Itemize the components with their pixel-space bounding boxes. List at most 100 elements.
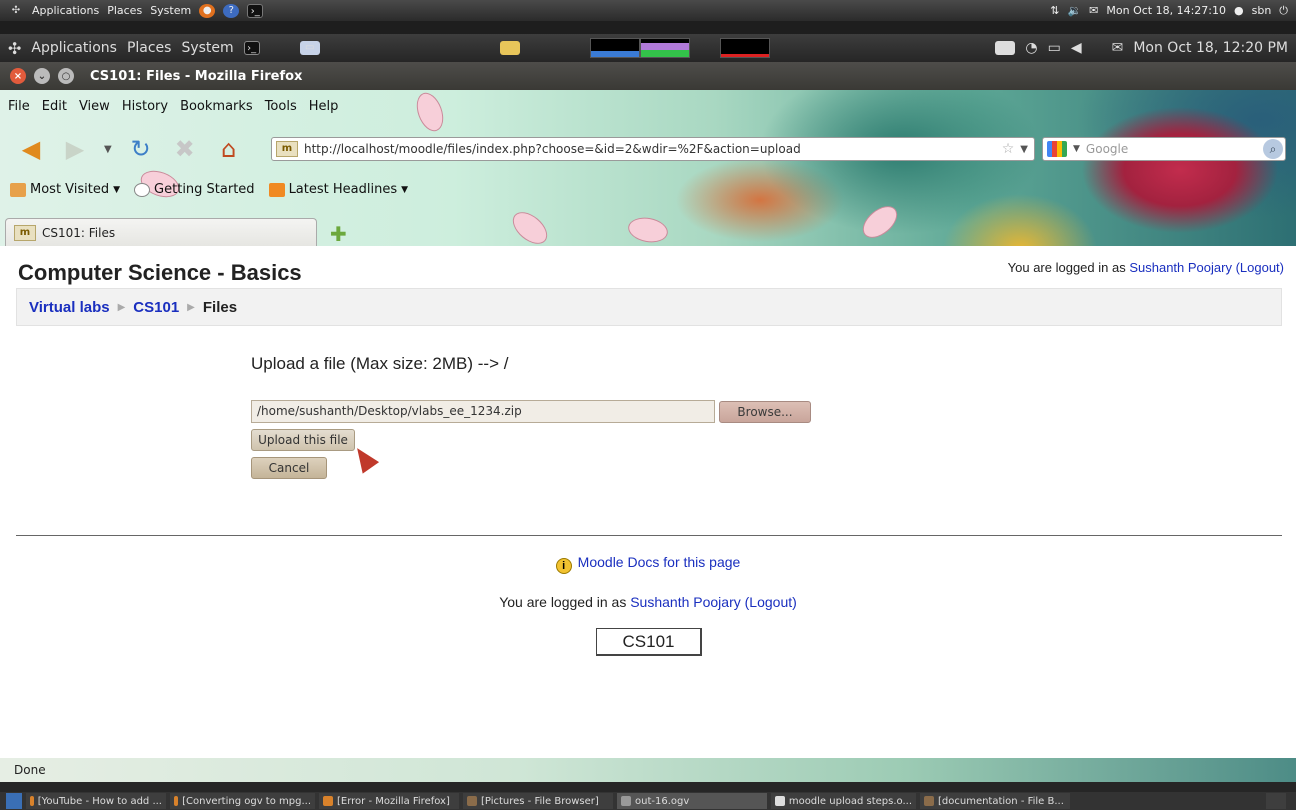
site-favicon-icon[interactable]: m <box>276 141 298 157</box>
power-icon[interactable]: ⏻ <box>1279 4 1288 18</box>
memory-monitor-applet[interactable] <box>639 38 690 58</box>
maximize-window-icon[interactable]: ○ <box>58 68 74 84</box>
taskbar-item-error-firefox[interactable]: [Error - Mozilla Firefox] <box>319 793 459 809</box>
taskbar-item-out16[interactable]: out-16.ogv <box>617 793 767 809</box>
search-icon[interactable]: ⌕ <box>1263 139 1283 159</box>
net-monitor-applet[interactable] <box>719 38 770 58</box>
bookmark-label: Getting Started <box>154 182 255 197</box>
window-title: CS101: Files - Mozilla Firefox <box>90 68 303 84</box>
taskbar-item-converting[interactable]: [Converting ogv to mpg... <box>170 793 315 809</box>
minimize-window-icon[interactable]: ⌄ <box>34 68 50 84</box>
terminal-icon[interactable]: ›_ <box>243 41 260 55</box>
search-placeholder[interactable]: Google <box>1086 142 1257 156</box>
trash-icon[interactable] <box>1266 793 1286 809</box>
notes-icon[interactable] <box>499 41 520 55</box>
new-tab-plus-icon[interactable]: ✚ <box>330 222 347 246</box>
outer-top-panel: ✣ Applications Places System ● ? ›_ ⇅ 🔉 … <box>0 0 1296 21</box>
menu-view[interactable]: View <box>79 98 110 115</box>
tab-cs101-files[interactable]: m CS101: Files <box>5 218 317 246</box>
panel-menu-places[interactable]: Places <box>107 4 142 17</box>
status-bar: Done <box>0 758 1296 782</box>
volume-icon[interactable]: ◀ <box>1071 40 1082 56</box>
terminal-launcher-icon[interactable]: ›_ <box>247 3 264 18</box>
mail-icon[interactable]: ✉ <box>1112 40 1124 56</box>
tab-favicon-icon: m <box>14 224 36 241</box>
close-window-icon[interactable]: × <box>10 68 26 84</box>
folder-icon <box>10 182 26 197</box>
reload-icon[interactable]: ↻ <box>126 134 156 164</box>
mail-icon[interactable]: ✉ <box>1089 4 1098 17</box>
menu-tools[interactable]: Tools <box>265 98 297 115</box>
outer-clock[interactable]: Mon Oct 18, 14:27:10 <box>1106 4 1226 17</box>
breadcrumb-virtual-labs[interactable]: Virtual labs <box>29 299 110 316</box>
panel-menu-applications[interactable]: Applications <box>32 4 99 17</box>
wifi-icon[interactable]: ◔ <box>1025 40 1037 56</box>
google-engine-icon[interactable] <box>1047 141 1067 157</box>
stop-icon[interactable]: ✖ <box>170 134 200 164</box>
monitor-icon[interactable]: ▭ <box>299 41 320 55</box>
folder-icon <box>924 796 934 806</box>
bookmark-getting-started[interactable]: Getting Started <box>134 182 255 197</box>
menu-history[interactable]: History <box>122 98 168 115</box>
menu-edit[interactable]: Edit <box>42 98 67 115</box>
inner-menu-system[interactable]: System <box>181 40 233 56</box>
history-dropdown-icon[interactable]: ▼ <box>104 144 112 155</box>
inner-clock[interactable]: Mon Oct 18, 12:20 PM <box>1133 40 1288 56</box>
taskbar-item-youtube[interactable]: [YouTube - How to add ... <box>26 793 166 809</box>
window-titlebar[interactable]: × ⌄ ○ CS101: Files - Mozilla Firefox <box>0 62 1296 90</box>
network-icon[interactable]: ⇅ <box>1050 4 1059 17</box>
footer-divider <box>16 535 1282 536</box>
panel-gap <box>0 21 1296 34</box>
user-profile-link[interactable]: Sushanth Poojary <box>630 594 741 610</box>
video-icon <box>621 796 631 806</box>
url-text[interactable]: http://localhost/moodle/files/index.php?… <box>304 142 996 156</box>
search-bar[interactable]: ▼ Google ⌕ <box>1042 137 1286 161</box>
bookmark-star-icon[interactable]: ☆ <box>1002 141 1015 157</box>
upload-file-button[interactable]: Upload this file <box>251 429 355 451</box>
menu-bookmarks[interactable]: Bookmarks <box>180 98 253 115</box>
login-prefix: You are logged in as <box>1007 260 1130 275</box>
file-path-input[interactable]: /home/sushanth/Desktop/vlabs_ee_1234.zip <box>251 400 715 423</box>
task-label: [Pictures - File Browser] <box>481 795 599 807</box>
bottom-taskbar: [YouTube - How to add ... [Converting og… <box>0 782 1296 810</box>
user-name[interactable]: sbn <box>1252 4 1272 17</box>
bookmark-label: Most Visited <box>30 182 110 197</box>
url-dropdown-icon[interactable]: ▼ <box>1020 144 1034 155</box>
task-label: [Error - Mozilla Firefox] <box>337 795 450 807</box>
firefox-launcher-icon[interactable]: ● <box>199 3 216 18</box>
cpu-monitor-applet[interactable] <box>589 38 640 58</box>
task-label: [Converting ogv to mpg... <box>182 795 311 807</box>
volume-icon[interactable]: 🔉 <box>1067 4 1081 17</box>
browse-button[interactable]: Browse... <box>719 401 811 423</box>
window-icon[interactable] <box>995 41 1016 55</box>
user-profile-link[interactable]: Sushanth Poojary <box>1129 260 1232 275</box>
panel-menu-system[interactable]: System <box>150 4 191 17</box>
back-arrow-icon[interactable]: ◀ <box>16 134 46 164</box>
taskbar-item-documentation[interactable]: [documentation - File B... <box>920 793 1070 809</box>
home-icon[interactable]: ⌂ <box>214 134 244 164</box>
battery-icon[interactable]: ▭ <box>1048 40 1061 56</box>
breadcrumb-cs101[interactable]: CS101 <box>133 299 179 316</box>
moodle-docs-row: i Moodle Docs for this page <box>0 554 1296 574</box>
taskbar-item-pictures[interactable]: [Pictures - File Browser] <box>463 793 613 809</box>
cancel-button[interactable]: Cancel <box>251 457 327 479</box>
logout-link[interactable]: (Logout) <box>1236 260 1284 275</box>
gnome-foot-icon[interactable]: ✣ <box>8 39 21 58</box>
menu-file[interactable]: File <box>8 98 30 115</box>
inner-menu-places[interactable]: Places <box>127 40 172 56</box>
show-desktop-button[interactable] <box>6 793 22 809</box>
menu-help[interactable]: Help <box>309 98 339 115</box>
moodle-docs-link[interactable]: Moodle Docs for this page <box>578 554 741 570</box>
taskbar-item-moodle-steps[interactable]: moodle upload steps.o... <box>771 793 916 809</box>
forward-arrow-icon[interactable]: ▶ <box>60 134 90 164</box>
engine-dropdown-icon[interactable]: ▼ <box>1073 144 1080 154</box>
bookmark-latest-headlines[interactable]: Latest Headlines ▼ <box>268 182 409 197</box>
url-bar[interactable]: m http://localhost/moodle/files/index.ph… <box>271 137 1035 161</box>
logout-link[interactable]: (Logout) <box>745 594 797 610</box>
help-icon[interactable]: ? <box>223 3 240 18</box>
inner-menu-applications[interactable]: Applications <box>31 40 117 56</box>
bookmark-most-visited[interactable]: Most Visited ▼ <box>10 182 120 197</box>
gnome-foot-icon[interactable]: ✣ <box>8 4 24 18</box>
chevron-down-icon: ▼ <box>401 184 409 195</box>
course-home-button[interactable]: CS101 <box>596 628 702 656</box>
